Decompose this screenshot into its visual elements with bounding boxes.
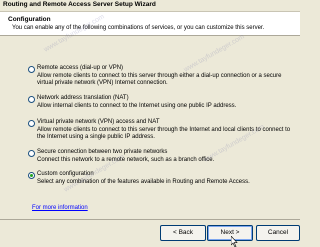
page-heading: Configuration (8, 16, 51, 23)
cancel-button[interactable]: Cancel (256, 225, 300, 241)
option-description: Allow remote clients to connect to this … (37, 73, 282, 86)
radio-nat[interactable] (28, 96, 35, 103)
back-button[interactable]: < Back (160, 225, 206, 241)
radio-remote-access[interactable] (28, 66, 35, 73)
option-label[interactable]: Virtual private network (VPN) access and… (37, 119, 160, 125)
radio-secure-connection[interactable] (28, 150, 35, 157)
page-subheading: You can enable any of the following comb… (12, 25, 265, 31)
option-label[interactable]: Custom configuration (37, 171, 94, 177)
option-label[interactable]: Secure connection between two private ne… (37, 149, 167, 155)
option-description: Connect this network to a remote network… (37, 157, 215, 163)
title-bar: Routing and Remote Access Server Setup W… (0, 0, 300, 12)
radio-custom-configuration[interactable] (28, 172, 35, 179)
next-button[interactable]: Next > (207, 225, 253, 241)
more-information-link[interactable]: For more information (32, 205, 88, 211)
option-label[interactable]: Network address translation (NAT) (37, 95, 129, 101)
option-description: Select any combination of the features a… (37, 179, 250, 185)
mouse-pointer-icon (231, 236, 238, 247)
option-label[interactable]: Remote access (dial-up or VPN) (37, 65, 123, 71)
footer-divider (0, 219, 300, 220)
configuration-options: Remote access (dial-up or VPN) Allow rem… (28, 65, 292, 215)
window-title: Routing and Remote Access Server Setup W… (3, 1, 156, 8)
radio-vpn-nat[interactable] (28, 120, 35, 127)
option-description: Allow internal clients to connect to the… (37, 103, 237, 109)
option-description: Allow remote clients to connect to this … (37, 127, 291, 140)
wizard-header: Configuration You can enable any of the … (0, 12, 300, 36)
